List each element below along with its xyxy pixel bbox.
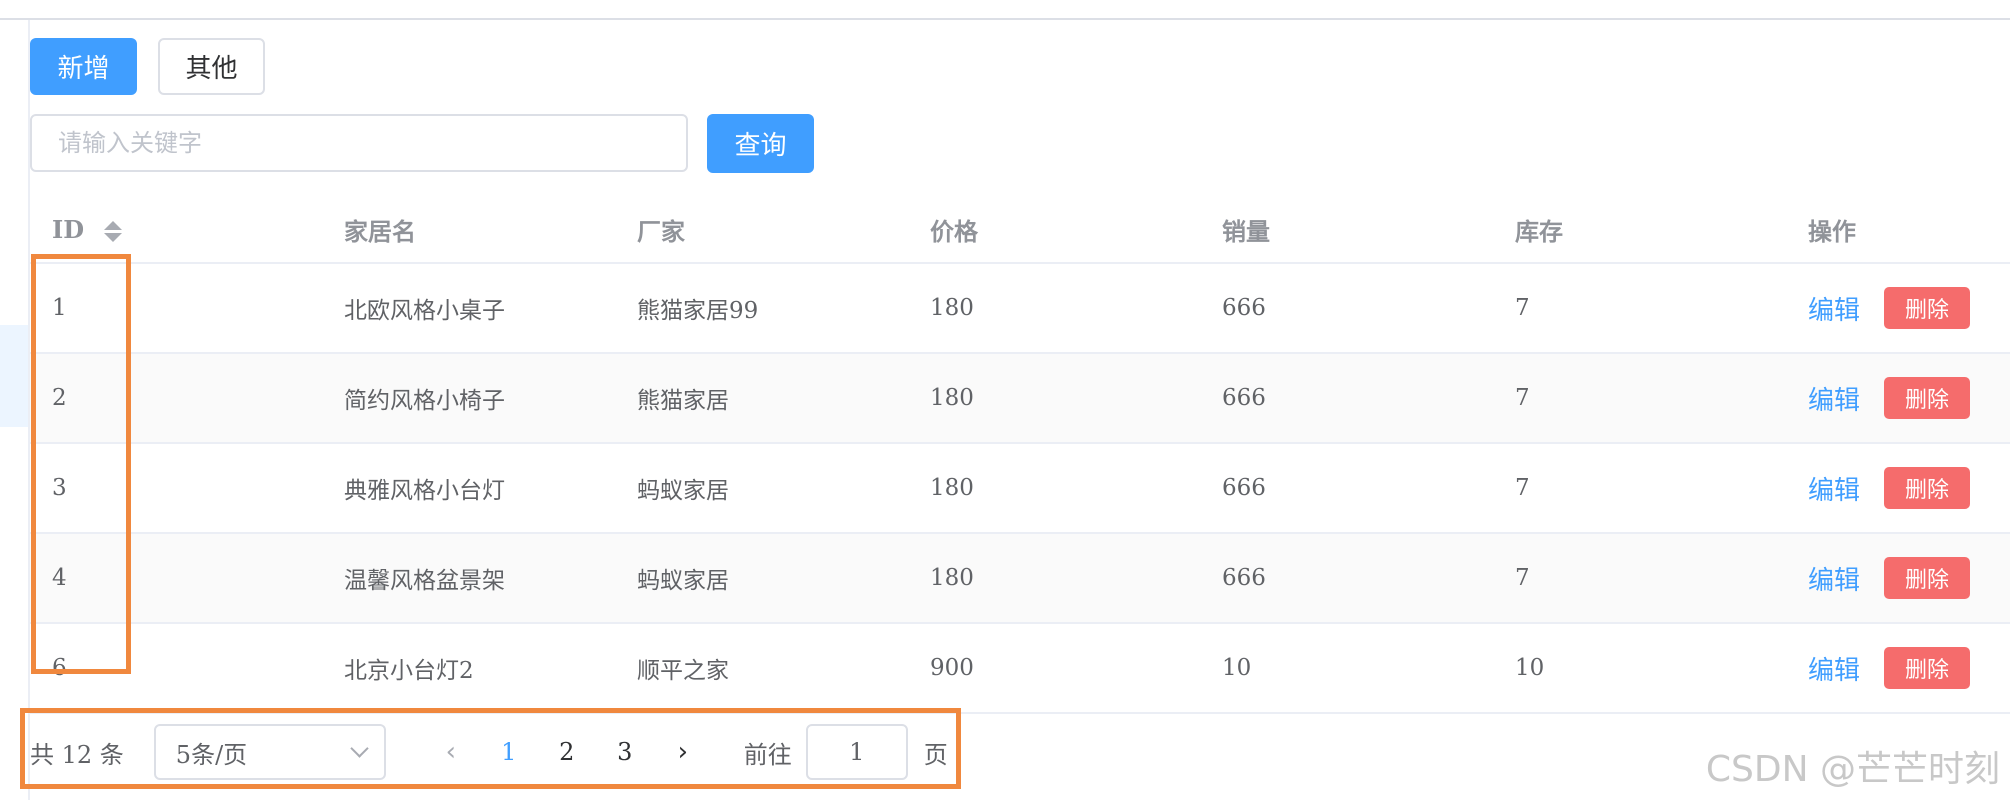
cell-sales: 666 [1222,565,1266,591]
header-price: 价格 [930,216,978,246]
cell-price: 180 [930,385,974,411]
add-button[interactable]: 新增 [30,38,137,95]
page-1[interactable]: 1 [480,738,538,766]
delete-button[interactable]: 删除 [1884,287,1971,329]
cell-name: 典雅风格小台灯 [344,478,505,504]
sort-icon[interactable] [104,220,123,242]
cell-maker: 熊猫家居 [637,388,729,414]
edit-link[interactable]: 编辑 [1808,380,1860,417]
cell-price: 180 [930,295,974,321]
cell-id: 3 [52,475,67,501]
cell-name: 温馨风格盆景架 [344,568,505,594]
cell-stock: 7 [1515,565,1530,591]
cell-maker: 蚂蚁家居 [637,478,729,504]
header-maker: 厂家 [637,216,685,246]
cell-maker: 蚂蚁家居 [637,568,729,594]
edit-link[interactable]: 编辑 [1808,650,1860,687]
cell-price: 900 [930,655,974,681]
next-page-icon[interactable]: › [654,737,712,767]
query-button[interactable]: 查询 [707,114,814,173]
page-3[interactable]: 3 [596,738,654,766]
cell-operations: 编辑 删除 [1786,287,2010,329]
cell-operations: 编辑 删除 [1786,377,2010,419]
furniture-table: ID 家居名 厂家 价格 销量 库存 操作 1 北欧风格小桌子 熊猫家居99 1… [30,196,2010,714]
cell-id: 1 [52,295,67,321]
cell-id: 6 [52,655,67,681]
edit-link[interactable]: 编辑 [1808,560,1860,597]
cell-price: 180 [930,475,974,501]
page-2[interactable]: 2 [538,738,596,766]
table-header: ID 家居名 厂家 价格 销量 库存 操作 [30,196,2010,264]
cell-price: 180 [930,565,974,591]
search-input[interactable] [30,114,688,172]
cell-name: 北京小台灯2 [344,658,474,684]
other-button[interactable]: 其他 [158,38,265,95]
page-size-select[interactable]: 5条/页 [153,724,386,780]
delete-button[interactable]: 删除 [1884,467,1971,509]
cell-operations: 编辑 删除 [1786,557,2010,599]
cell-name: 北欧风格小桌子 [344,298,505,324]
cell-operations: 编辑 删除 [1786,647,2010,689]
watermark: CSDN @芒芒时刻 [1705,749,2000,790]
pagination: 共 12 条 5条/页 ‹ 1 2 3 › 前往 页 [30,722,948,782]
cell-id: 2 [52,385,67,411]
sort-descending-icon[interactable] [104,232,123,242]
cell-sales: 10 [1222,655,1252,681]
edit-link[interactable]: 编辑 [1808,290,1860,327]
cell-operations: 编辑 删除 [1786,467,2010,509]
goto-suffix: 页 [923,740,948,769]
page-size-value: 5条/页 [175,740,248,769]
edit-link[interactable]: 编辑 [1808,470,1860,507]
goto-page-input[interactable] [805,724,908,780]
cell-sales: 666 [1222,385,1266,411]
header-id-label: ID [52,214,85,244]
top-divider [0,18,2010,20]
cell-stock: 10 [1515,655,1545,681]
cell-stock: 7 [1515,385,1530,411]
table-row: 3 典雅风格小台灯 蚂蚁家居 180 666 7 编辑 删除 [30,444,2010,534]
cell-maker: 熊猫家居99 [637,298,759,324]
cell-stock: 7 [1515,475,1530,501]
goto-label: 前往 [743,740,792,769]
cell-maker: 顺平之家 [637,658,729,684]
pagination-total: 共 12 条 [30,740,124,769]
table-row: 1 北欧风格小桌子 熊猫家居99 180 666 7 编辑 删除 [30,264,2010,354]
header-name: 家居名 [344,216,416,246]
cell-sales: 666 [1222,295,1266,321]
cell-name: 简约风格小椅子 [344,388,505,414]
table-row: 6 北京小台灯2 顺平之家 900 10 10 编辑 删除 [30,624,2010,714]
header-stock: 库存 [1515,216,1563,246]
table-row: 2 简约风格小椅子 熊猫家居 180 666 7 编辑 删除 [30,354,2010,444]
cell-stock: 7 [1515,295,1530,321]
cell-sales: 666 [1222,475,1266,501]
delete-button[interactable]: 删除 [1884,647,1971,689]
table-row: 4 温馨风格盆景架 蚂蚁家居 180 666 7 编辑 删除 [30,534,2010,624]
cell-id: 4 [52,565,67,591]
header-sales: 销量 [1222,216,1270,246]
header-operations: 操作 [1808,216,1856,246]
delete-button[interactable]: 删除 [1884,377,1971,419]
chevron-down-icon [350,738,369,758]
sidebar-active-indicator [0,325,28,427]
prev-page-icon[interactable]: ‹ [422,737,480,767]
header-id[interactable]: ID [30,215,322,244]
sort-ascending-icon[interactable] [104,220,123,230]
delete-button[interactable]: 删除 [1884,557,1971,599]
